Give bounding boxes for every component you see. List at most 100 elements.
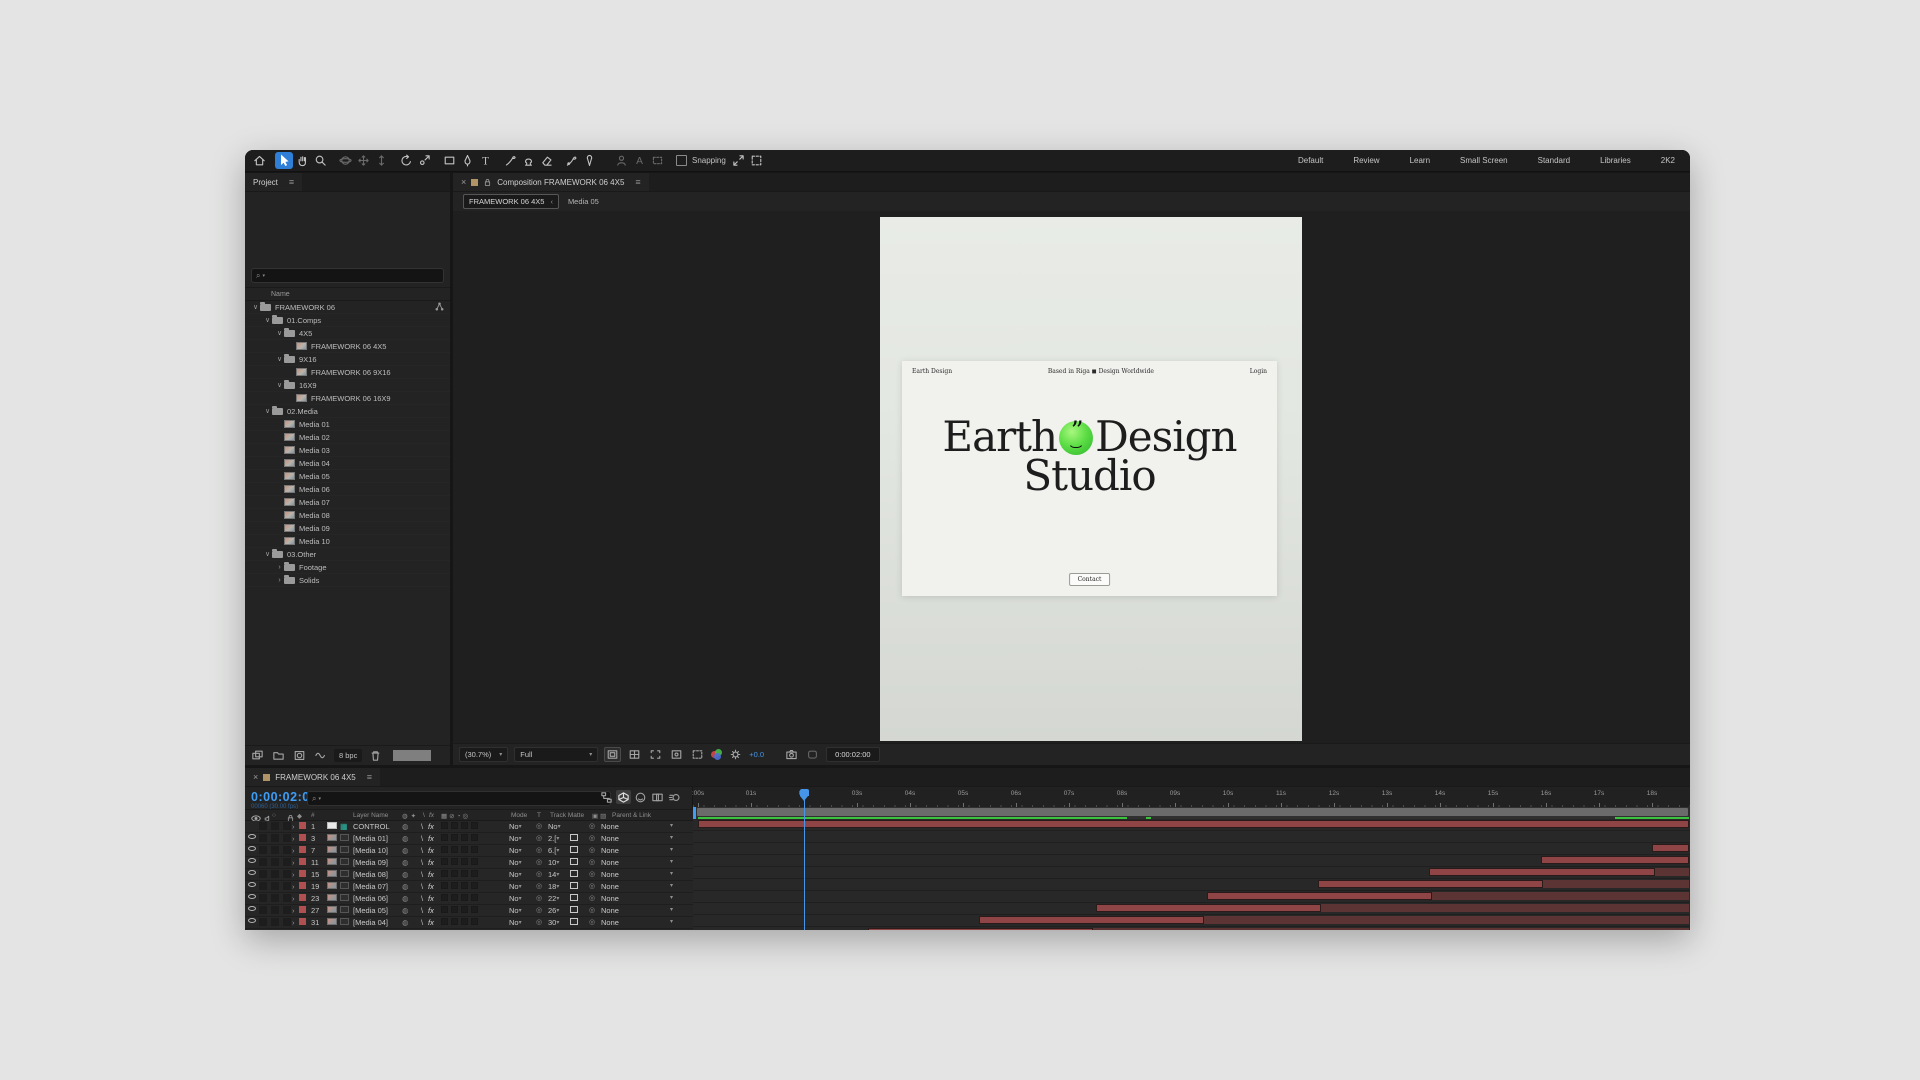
matte-toggle-icon[interactable] [570,894,578,901]
audio-toggle[interactable] [259,846,267,854]
snapping-checkbox[interactable] [676,155,687,166]
matte-pickwhip-icon[interactable]: ◎ [536,918,542,926]
switch-well[interactable] [461,894,468,901]
solo-toggle[interactable] [271,858,279,866]
brush-tool[interactable] [501,152,519,169]
parent-link-dropdown[interactable]: None [601,918,619,927]
quality-icon[interactable]: \ [421,894,423,903]
eye-icon[interactable] [248,846,256,851]
quality-icon[interactable]: \ [421,918,423,927]
matte-pickwhip-icon[interactable]: ◎ [536,882,542,890]
layer-name[interactable]: [Media 01] [353,834,388,843]
blend-mode-dropdown[interactable]: No ▾ [509,822,519,831]
tree-item-4x5[interactable]: ∨4X5 [245,327,450,340]
switch-well[interactable] [451,822,458,829]
switch-well[interactable] [441,918,448,925]
t-column-header[interactable]: T [537,812,541,819]
label-color-chip[interactable] [299,834,306,841]
parent-pickwhip-icon[interactable]: ◎ [589,894,595,902]
breadcrumb-next-comp[interactable]: Media 05 [568,197,599,206]
expand-icon[interactable] [730,152,748,169]
interpret-footage-icon[interactable] [250,749,265,762]
tree-item-solids[interactable]: ›Solids [245,574,450,587]
parent-link-dropdown[interactable]: None [601,906,619,915]
switch-well[interactable] [451,894,458,901]
tab-composition[interactable]: × Composition FRAMEWORK 06 4X5 ≡ [453,173,649,191]
gear-icon[interactable] [728,748,743,761]
fx-column-icon[interactable]: fx [429,812,434,819]
layer-row-media-06[interactable]: ›23[Media 06]◍\fxNo ▾◎22 ▾◎None▾ [245,893,693,905]
switch-well[interactable] [461,846,468,853]
workspace-tab-small-screen[interactable]: Small Screen [1445,150,1523,171]
audio-toggle[interactable] [259,834,267,842]
shy-icon[interactable]: ◍ [402,858,409,867]
fx-icon[interactable]: fx [428,822,434,831]
shy-icon[interactable]: ◍ [402,846,409,855]
shy-icon[interactable]: ◍ [402,834,409,843]
eye-icon[interactable] [248,858,256,863]
parent-link-dropdown[interactable]: None [601,870,619,879]
lock-toggle[interactable] [283,870,291,878]
workspace-tab-libraries[interactable]: Libraries [1585,150,1646,171]
eye-icon[interactable] [248,870,256,875]
quality-icon[interactable]: \ [421,834,423,843]
parent-pickwhip-icon[interactable]: ◎ [589,846,595,854]
shy-icon[interactable]: ◍ [402,906,409,915]
audio-toggle[interactable] [259,882,267,890]
matte-pickwhip-icon[interactable]: ◎ [536,834,542,842]
matte-toggle-icons[interactable]: ▣▨ [592,812,608,820]
label-color-chip[interactable] [299,822,306,829]
puppet-pin-tool[interactable] [580,152,598,169]
twirl-icon[interactable]: › [292,822,295,831]
parent-dropdown-chevron[interactable]: ▾ [670,870,673,877]
roto-brush-tool[interactable] [562,152,580,169]
tab-timeline[interactable]: × FRAMEWORK 06 4X5 ≡ [245,768,380,786]
blend-mode-dropdown[interactable]: No ▾ [509,918,519,927]
solo-toggle[interactable] [271,882,279,890]
tree-item-media-01[interactable]: Media 01 [245,418,450,431]
eye-icon[interactable] [248,894,256,899]
switch-well[interactable] [471,846,478,853]
layer-row-media-04[interactable]: ›31[Media 04]◍\fxNo ▾◎30 ▾◎None▾ [245,917,693,929]
layer-name-column-header[interactable]: Layer Name [353,812,388,819]
layer-duration-bar[interactable] [1318,880,1689,888]
switch-well[interactable] [451,882,458,889]
parent-pickwhip-icon[interactable]: ◎ [589,870,595,878]
fx-icon[interactable]: fx [428,882,434,891]
switches-column-icons[interactable]: ◍✦ [402,812,419,820]
switch-well[interactable] [461,858,468,865]
timeline-search-input[interactable]: ⌕▾ [307,791,611,806]
snapshot-camera-icon[interactable] [784,748,799,761]
workspace-tab-2k2[interactable]: 2K2 [1646,150,1690,171]
tab-project[interactable]: Project ≡ [245,173,302,191]
switch-well[interactable] [471,870,478,877]
layer-row-media-08[interactable]: ›15[Media 08]◍\fxNo ▾◎14 ▾◎None▾ [245,869,693,881]
blend-mode-dropdown[interactable]: No ▾ [509,906,519,915]
parent-pickwhip-icon[interactable]: ◎ [589,906,595,914]
tree-item-media-03[interactable]: Media 03 [245,444,450,457]
layer-duration-bar[interactable] [868,928,1690,930]
parent-dropdown-chevron[interactable]: ▾ [670,894,673,901]
solo-column-icon[interactable]: ○ [272,812,276,819]
parent-pickwhip-icon[interactable]: ◎ [589,918,595,926]
twirl-icon[interactable]: ∨ [263,407,272,415]
matte-pickwhip-icon[interactable]: ◎ [536,858,542,866]
track-matte-dropdown[interactable]: 6.[ ▾ [548,846,556,855]
person-icon[interactable] [612,152,630,169]
show-snapshot-icon[interactable] [805,748,820,761]
twirl-icon[interactable]: › [292,834,295,843]
switch-well[interactable] [471,918,478,925]
workspace-tab-review[interactable]: Review [1338,150,1394,171]
solo-toggle[interactable] [271,846,279,854]
snapping-control[interactable]: Snapping [676,155,726,166]
layer-row-control[interactable]: ›1▦CONTROL◍\fxNo ▾◎No ▾◎None▾ [245,821,693,833]
tree-item-02.media[interactable]: ∨02.Media [245,405,450,418]
fx-icon[interactable]: fx [428,858,434,867]
audio-toggle[interactable] [259,906,267,914]
twirl-icon[interactable]: › [292,858,295,867]
layer-duration-bar[interactable] [1541,856,1689,864]
solo-toggle[interactable] [271,870,279,878]
switch-well[interactable] [441,882,448,889]
twirl-icon[interactable]: › [292,882,295,891]
project-settings-icon[interactable] [313,749,328,762]
